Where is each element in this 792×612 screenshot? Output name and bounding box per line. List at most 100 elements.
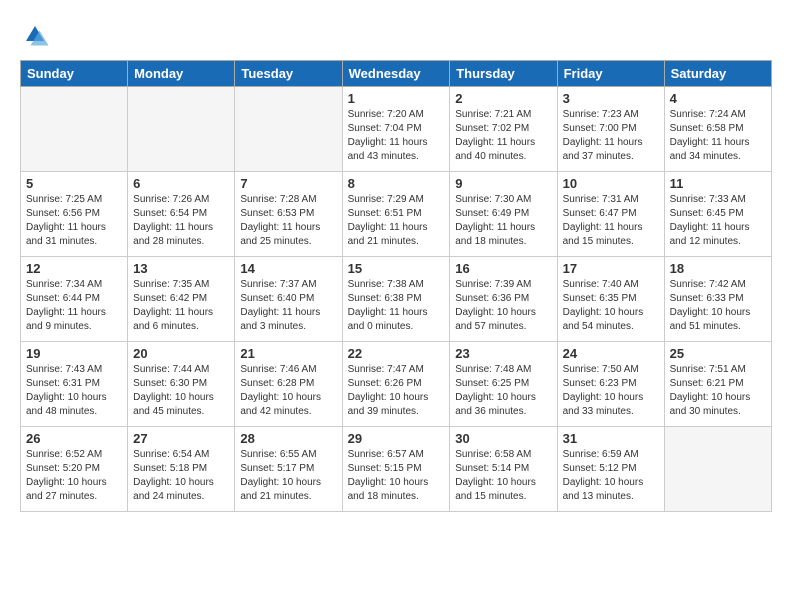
day-number: 7: [240, 176, 336, 191]
day-info: Sunrise: 7:42 AM Sunset: 6:33 PM Dayligh…: [670, 278, 766, 334]
day-info: Sunrise: 7:39 AM Sunset: 6:36 PM Dayligh…: [455, 278, 551, 334]
week-row-5: 26Sunrise: 6:52 AM Sunset: 5:20 PM Dayli…: [21, 427, 772, 512]
day-number: 23: [455, 346, 551, 361]
column-header-tuesday: Tuesday: [235, 61, 342, 87]
day-info: Sunrise: 7:34 AM Sunset: 6:44 PM Dayligh…: [26, 278, 122, 334]
day-info: Sunrise: 7:24 AM Sunset: 6:58 PM Dayligh…: [670, 108, 766, 164]
calendar-cell: 30 Sunrise: 6:58 AM Sunset: 5:14 PM Dayli…: [450, 427, 557, 512]
day-info: Sunrise: 6:58 AM Sunset: 5:14 PM Dayligh…: [455, 448, 551, 504]
day-info: Sunrise: 7:40 AM Sunset: 6:35 PM Dayligh…: [563, 278, 659, 334]
day-info: Sunrise: 7:35 AM Sunset: 6:42 PM Dayligh…: [133, 278, 229, 334]
column-header-thursday: Thursday: [450, 61, 557, 87]
day-info: Sunrise: 7:33 AM Sunset: 6:45 PM Dayligh…: [670, 193, 766, 249]
day-number: 24: [563, 346, 659, 361]
calendar-cell: 8Sunrise: 7:29 AM Sunset: 6:51 PM Daylig…: [342, 172, 450, 257]
week-row-3: 12Sunrise: 7:34 AM Sunset: 6:44 PM Dayli…: [21, 257, 772, 342]
calendar-cell: 9 Sunrise: 7:30 AM Sunset: 6:49 PM Daylig…: [450, 172, 557, 257]
day-number: 4: [670, 91, 766, 106]
calendar-cell: 22Sunrise: 7:47 AM Sunset: 6:26 PM Dayli…: [342, 342, 450, 427]
calendar-cell: [128, 87, 235, 172]
column-header-saturday: Saturday: [664, 61, 771, 87]
day-number: 20: [133, 346, 229, 361]
column-header-friday: Friday: [557, 61, 664, 87]
column-header-monday: Monday: [128, 61, 235, 87]
calendar-cell: 3 Sunrise: 7:23 AM Sunset: 7:00 PM Daylig…: [557, 87, 664, 172]
calendar-cell: 16 Sunrise: 7:39 AM Sunset: 6:36 PM Dayli…: [450, 257, 557, 342]
calendar-cell: 27 Sunrise: 6:54 AM Sunset: 5:18 PM Dayli…: [128, 427, 235, 512]
column-header-sunday: Sunday: [21, 61, 128, 87]
calendar-cell: [21, 87, 128, 172]
day-number: 17: [563, 261, 659, 276]
calendar-cell: 13 Sunrise: 7:35 AM Sunset: 6:42 PM Dayli…: [128, 257, 235, 342]
day-info: Sunrise: 7:48 AM Sunset: 6:25 PM Dayligh…: [455, 363, 551, 419]
day-info: Sunrise: 7:50 AM Sunset: 6:23 PM Dayligh…: [563, 363, 659, 419]
calendar-cell: 11 Sunrise: 7:33 AM Sunset: 6:45 PM Dayli…: [664, 172, 771, 257]
day-info: Sunrise: 7:30 AM Sunset: 6:49 PM Dayligh…: [455, 193, 551, 249]
day-number: 25: [670, 346, 766, 361]
day-info: Sunrise: 7:38 AM Sunset: 6:38 PM Dayligh…: [348, 278, 445, 334]
day-info: Sunrise: 7:20 AM Sunset: 7:04 PM Dayligh…: [348, 108, 445, 164]
week-row-2: 5Sunrise: 7:25 AM Sunset: 6:56 PM Daylig…: [21, 172, 772, 257]
day-number: 16: [455, 261, 551, 276]
day-info: Sunrise: 6:54 AM Sunset: 5:18 PM Dayligh…: [133, 448, 229, 504]
day-number: 28: [240, 431, 336, 446]
day-info: Sunrise: 6:57 AM Sunset: 5:15 PM Dayligh…: [348, 448, 445, 504]
page-header: [20, 20, 772, 50]
day-info: Sunrise: 6:59 AM Sunset: 5:12 PM Dayligh…: [563, 448, 659, 504]
column-header-wednesday: Wednesday: [342, 61, 450, 87]
day-info: Sunrise: 7:26 AM Sunset: 6:54 PM Dayligh…: [133, 193, 229, 249]
day-info: Sunrise: 7:47 AM Sunset: 6:26 PM Dayligh…: [348, 363, 445, 419]
calendar-cell: 7 Sunrise: 7:28 AM Sunset: 6:53 PM Daylig…: [235, 172, 342, 257]
day-number: 9: [455, 176, 551, 191]
calendar-cell: 12Sunrise: 7:34 AM Sunset: 6:44 PM Dayli…: [21, 257, 128, 342]
calendar-cell: 6 Sunrise: 7:26 AM Sunset: 6:54 PM Daylig…: [128, 172, 235, 257]
day-number: 3: [563, 91, 659, 106]
calendar-cell: 26Sunrise: 6:52 AM Sunset: 5:20 PM Dayli…: [21, 427, 128, 512]
day-number: 5: [26, 176, 122, 191]
day-number: 15: [348, 261, 445, 276]
calendar-cell: 24 Sunrise: 7:50 AM Sunset: 6:23 PM Dayli…: [557, 342, 664, 427]
day-number: 30: [455, 431, 551, 446]
day-info: Sunrise: 7:28 AM Sunset: 6:53 PM Dayligh…: [240, 193, 336, 249]
day-number: 31: [563, 431, 659, 446]
day-info: Sunrise: 6:55 AM Sunset: 5:17 PM Dayligh…: [240, 448, 336, 504]
calendar-cell: 28 Sunrise: 6:55 AM Sunset: 5:17 PM Dayli…: [235, 427, 342, 512]
calendar-header-row: SundayMondayTuesdayWednesdayThursdayFrid…: [21, 61, 772, 87]
day-number: 6: [133, 176, 229, 191]
calendar-cell: 31 Sunrise: 6:59 AM Sunset: 5:12 PM Dayli…: [557, 427, 664, 512]
day-info: Sunrise: 7:23 AM Sunset: 7:00 PM Dayligh…: [563, 108, 659, 164]
calendar-cell: 2Sunrise: 7:21 AM Sunset: 7:02 PM Daylig…: [450, 87, 557, 172]
week-row-1: 1 Sunrise: 7:20 AM Sunset: 7:04 PM Daylig…: [21, 87, 772, 172]
calendar-cell: 18Sunrise: 7:42 AM Sunset: 6:33 PM Dayli…: [664, 257, 771, 342]
calendar-cell: [664, 427, 771, 512]
logo-icon: [20, 20, 50, 50]
day-number: 13: [133, 261, 229, 276]
calendar: SundayMondayTuesdayWednesdayThursdayFrid…: [20, 60, 772, 512]
logo: [20, 20, 54, 50]
day-number: 1: [348, 91, 445, 106]
calendar-cell: 20 Sunrise: 7:44 AM Sunset: 6:30 PM Dayli…: [128, 342, 235, 427]
day-number: 27: [133, 431, 229, 446]
calendar-cell: 14Sunrise: 7:37 AM Sunset: 6:40 PM Dayli…: [235, 257, 342, 342]
calendar-cell: 19Sunrise: 7:43 AM Sunset: 6:31 PM Dayli…: [21, 342, 128, 427]
calendar-cell: 10Sunrise: 7:31 AM Sunset: 6:47 PM Dayli…: [557, 172, 664, 257]
day-number: 29: [348, 431, 445, 446]
day-info: Sunrise: 7:43 AM Sunset: 6:31 PM Dayligh…: [26, 363, 122, 419]
calendar-cell: 4 Sunrise: 7:24 AM Sunset: 6:58 PM Daylig…: [664, 87, 771, 172]
calendar-cell: 17 Sunrise: 7:40 AM Sunset: 6:35 PM Dayli…: [557, 257, 664, 342]
day-number: 26: [26, 431, 122, 446]
calendar-cell: 23 Sunrise: 7:48 AM Sunset: 6:25 PM Dayli…: [450, 342, 557, 427]
day-info: Sunrise: 7:46 AM Sunset: 6:28 PM Dayligh…: [240, 363, 336, 419]
day-number: 11: [670, 176, 766, 191]
day-info: Sunrise: 7:51 AM Sunset: 6:21 PM Dayligh…: [670, 363, 766, 419]
calendar-cell: [235, 87, 342, 172]
day-info: Sunrise: 7:44 AM Sunset: 6:30 PM Dayligh…: [133, 363, 229, 419]
calendar-cell: 15 Sunrise: 7:38 AM Sunset: 6:38 PM Dayli…: [342, 257, 450, 342]
day-number: 2: [455, 91, 551, 106]
calendar-cell: 29 Sunrise: 6:57 AM Sunset: 5:15 PM Dayli…: [342, 427, 450, 512]
day-number: 21: [240, 346, 336, 361]
calendar-cell: 5Sunrise: 7:25 AM Sunset: 6:56 PM Daylig…: [21, 172, 128, 257]
week-row-4: 19Sunrise: 7:43 AM Sunset: 6:31 PM Dayli…: [21, 342, 772, 427]
calendar-cell: 1 Sunrise: 7:20 AM Sunset: 7:04 PM Daylig…: [342, 87, 450, 172]
calendar-cell: 25 Sunrise: 7:51 AM Sunset: 6:21 PM Dayli…: [664, 342, 771, 427]
